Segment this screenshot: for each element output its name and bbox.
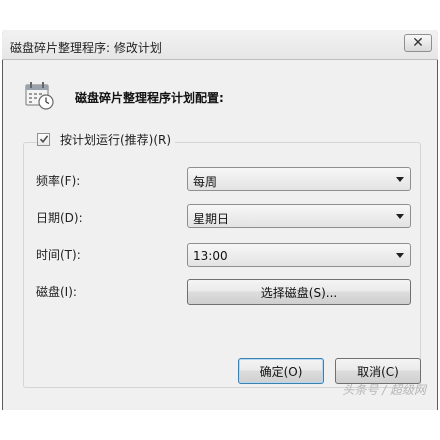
select-disks-button[interactable]: 选择磁盘(S)... <box>187 279 411 305</box>
watermark-text: 头条号 / 超级网 <box>342 383 426 397</box>
time-select[interactable]: 13:00 <box>187 243 411 267</box>
frequency-label: 频率(F): <box>36 174 81 188</box>
chevron-down-icon <box>396 214 404 219</box>
chevron-down-icon <box>396 177 404 182</box>
day-select[interactable]: 星期日 <box>187 204 411 228</box>
cancel-button-label: 取消(C) <box>357 364 399 379</box>
close-button[interactable]: ✕ <box>404 34 432 52</box>
dialog-window: 磁盘碎片整理程序: 修改计划 ✕ 磁盘碎片整理程序计划配置: 按计划运行(推荐)… <box>0 0 440 440</box>
frequency-value: 每周 <box>193 175 218 189</box>
schedule-checkbox-label: 按计划运行(推荐)(R) <box>60 132 172 147</box>
select-disks-button-label: 选择磁盘(S)... <box>260 285 338 300</box>
dialog-content: 磁盘碎片整理程序计划配置: 按计划运行(推荐)(R) 频率(F): 每周 日期(… <box>3 61 437 408</box>
close-icon: ✕ <box>412 35 424 51</box>
disks-label: 磁盘(I): <box>36 285 77 299</box>
chevron-down-icon <box>396 253 404 258</box>
day-label: 日期(D): <box>36 211 83 225</box>
time-label: 时间(T): <box>36 248 81 262</box>
frequency-select[interactable]: 每周 <box>187 167 411 191</box>
calendar-clock-icon <box>25 82 54 110</box>
ok-button-label: 确定(O) <box>259 364 303 379</box>
schedule-checkbox-row[interactable]: 按计划运行(推荐)(R) <box>37 130 176 148</box>
dialog-bottom-edge <box>3 408 437 410</box>
time-value: 13:00 <box>193 249 228 263</box>
header-title: 磁盘碎片整理程序计划配置: <box>75 91 224 105</box>
day-value: 星期日 <box>193 212 230 226</box>
schedule-checkbox[interactable] <box>37 132 50 146</box>
ok-button[interactable]: 确定(O) <box>238 358 324 384</box>
title-bar[interactable]: 磁盘碎片整理程序: 修改计划 ✕ <box>2 30 438 60</box>
checkmark-icon <box>39 135 48 144</box>
window-title: 磁盘碎片整理程序: 修改计划 <box>10 41 162 55</box>
